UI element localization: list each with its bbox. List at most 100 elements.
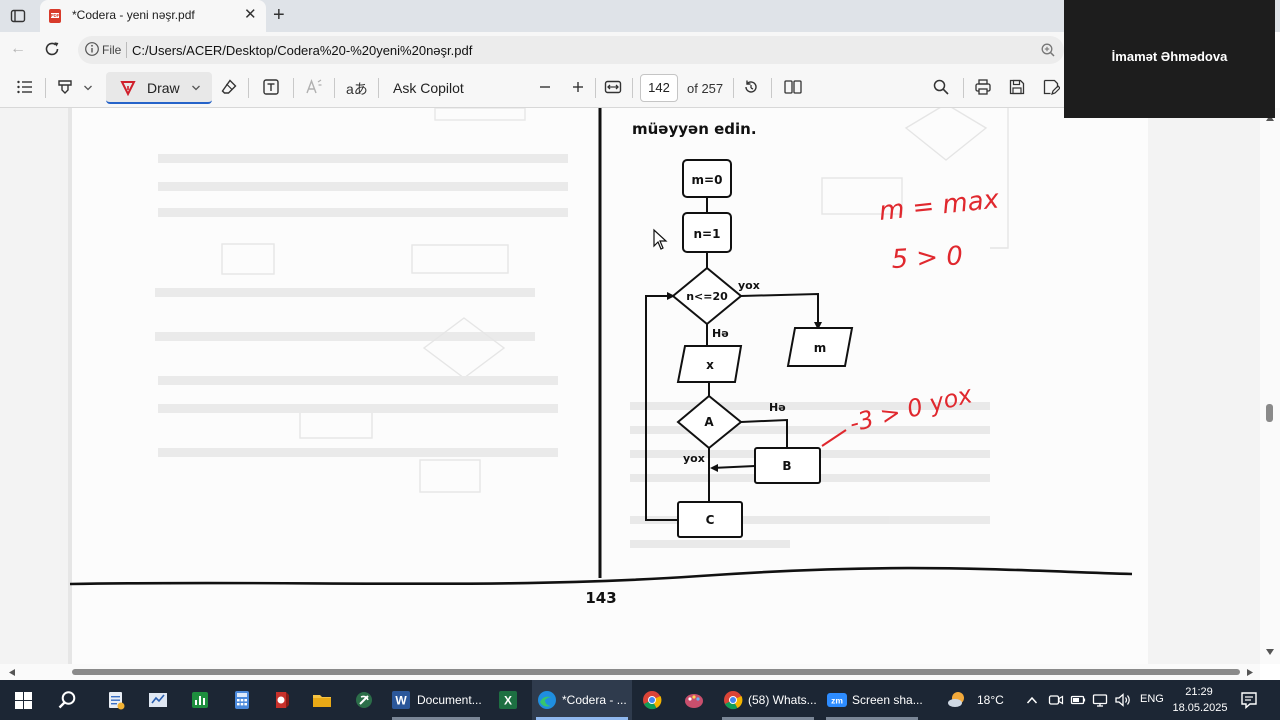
horizontal-scrollbar[interactable]	[0, 664, 1260, 680]
taskbar-label: *Codera - ...	[562, 693, 627, 707]
taskbar-label: Screen sha...	[852, 693, 923, 707]
taskbar-file-explorer[interactable]	[306, 680, 338, 720]
taskbar-paint[interactable]	[678, 680, 710, 720]
network-icon[interactable]	[1092, 692, 1108, 708]
eraser-icon[interactable]	[220, 78, 238, 96]
text-box-icon[interactable]	[262, 78, 280, 96]
notifications-icon[interactable]	[1240, 691, 1258, 709]
toolbar-separator	[733, 78, 734, 98]
address-row: ← File C:/Users/ACER/Desktop/Codera%20-%…	[0, 32, 1064, 68]
stocks-icon	[192, 692, 208, 708]
page-number-input[interactable]: 142	[640, 74, 678, 102]
toolbar-separator	[963, 78, 964, 98]
info-icon[interactable]	[84, 41, 100, 57]
weather-icon[interactable]	[946, 690, 968, 710]
vertical-scroll-thumb[interactable]	[1266, 404, 1273, 422]
zoom-icon[interactable]	[1040, 42, 1056, 58]
taskbar-stocks[interactable]	[184, 680, 216, 720]
highlight-icon[interactable]	[56, 78, 74, 96]
page-view-icon[interactable]	[783, 78, 803, 96]
toolbar-separator	[45, 78, 46, 98]
vertical-scrollbar[interactable]	[1260, 108, 1280, 664]
address-bar[interactable]: File C:/Users/ACER/Desktop/Codera%20-%20…	[78, 36, 1064, 64]
horizontal-scroll-thumb[interactable]	[72, 669, 1240, 675]
save-icon[interactable]	[1008, 78, 1026, 96]
search-icon	[58, 691, 76, 709]
toolbar-separator	[771, 78, 772, 98]
reload-icon[interactable]	[43, 40, 61, 58]
handwriting-line: 5 > 0	[891, 241, 964, 275]
zoom-icon: zm	[827, 693, 847, 707]
taskbar-search-button[interactable]	[48, 680, 88, 720]
input-language[interactable]: ENG	[1140, 693, 1164, 705]
taskbar-media[interactable]	[266, 680, 298, 720]
new-tab-icon[interactable]: +	[273, 4, 285, 26]
flow-edge-label: Hə	[769, 401, 786, 414]
taskbar-start-button[interactable]	[8, 680, 40, 720]
taskbar-notepad[interactable]	[100, 680, 132, 720]
text-style-button[interactable]: aあ	[346, 79, 368, 99]
taskbar-chrome-whatsapp[interactable]: (58) Whats...	[718, 680, 818, 720]
draw-button[interactable]: Draw	[106, 72, 212, 104]
notepad-icon	[109, 692, 125, 710]
flow-node-label: m=0	[692, 173, 723, 187]
toolbar-separator	[248, 78, 249, 98]
toolbar-separator	[632, 78, 633, 98]
meet-now-icon[interactable]	[1048, 692, 1064, 708]
paint-icon	[685, 694, 703, 708]
rotate-icon[interactable]	[742, 78, 760, 96]
calculator-icon	[235, 691, 249, 709]
weather-temperature[interactable]: 18°C	[977, 693, 1004, 707]
taskbar-edge[interactable]: *Codera - ...	[532, 680, 632, 720]
chevron-down-icon[interactable]	[191, 83, 201, 93]
flow-node-label: n=1	[694, 227, 721, 241]
tab-codera-pdf[interactable]: PDF *Codera - yeni nəşr.pdf ✕	[40, 0, 266, 32]
zoom-out-icon[interactable]	[537, 78, 553, 96]
contents-icon[interactable]	[16, 78, 34, 96]
word-icon: W	[392, 691, 410, 709]
edge-icon	[538, 691, 556, 709]
media-icon	[276, 692, 289, 708]
chevron-down-icon[interactable]	[83, 83, 93, 93]
scroll-left-icon[interactable]	[8, 668, 16, 677]
print-icon[interactable]	[974, 78, 992, 96]
fit-width-icon[interactable]	[604, 78, 622, 96]
svg-text:W: W	[395, 694, 407, 708]
taskbar-chat[interactable]	[348, 680, 380, 720]
pdf-toolbar: Draw aあ Ask Copilot 142 of 257	[0, 68, 1064, 108]
file-explorer-icon	[313, 695, 331, 707]
battery-icon[interactable]	[1070, 692, 1086, 708]
back-icon[interactable]: ←	[10, 40, 26, 58]
taskbar-excel[interactable]: X	[492, 680, 524, 720]
file-label: File	[102, 43, 122, 57]
chevron-up-icon[interactable]	[1026, 695, 1038, 705]
toolbar-separator	[378, 78, 379, 98]
draw-pen-icon	[120, 81, 136, 96]
save-as-icon[interactable]	[1042, 78, 1060, 96]
clock-time[interactable]: 21:29	[1176, 686, 1222, 698]
taskbar-word[interactable]: W Document...	[388, 680, 484, 720]
taskbar-chrome[interactable]	[636, 680, 668, 720]
tab-title: *Codera - yeni nəşr.pdf	[72, 8, 195, 22]
flow-node-label: A	[704, 415, 714, 429]
volume-icon[interactable]	[1114, 692, 1132, 708]
taskbar-zoom[interactable]: zm Screen sha...	[822, 680, 923, 720]
scroll-down-icon[interactable]	[1265, 648, 1275, 656]
zoom-in-icon[interactable]	[570, 78, 586, 96]
close-tab-icon[interactable]: ✕	[244, 7, 257, 23]
flow-node-label: B	[782, 459, 791, 473]
flow-node-label: m	[814, 341, 827, 355]
search-icon[interactable]	[932, 78, 950, 96]
window-menu-icon[interactable]	[10, 8, 26, 24]
taskbar-label: (58) Whats...	[748, 693, 817, 707]
taskbar-calculator[interactable]	[226, 680, 258, 720]
scroll-right-icon[interactable]	[1246, 668, 1254, 677]
chrome-icon	[643, 691, 662, 710]
ask-copilot-button[interactable]: Ask Copilot	[393, 80, 464, 96]
start-icon	[15, 692, 32, 709]
pdf-viewport[interactable]: müəyyən edin. m=0 n=1 n<=20 yox m Hə x A…	[0, 108, 1264, 664]
clock-date[interactable]: 18.05.2025	[1172, 702, 1228, 714]
taskbar-whiteboard[interactable]	[142, 680, 174, 720]
chat-icon	[356, 692, 372, 708]
url-text[interactable]: C:/Users/ACER/Desktop/Codera%20-%20yeni%…	[132, 43, 472, 58]
